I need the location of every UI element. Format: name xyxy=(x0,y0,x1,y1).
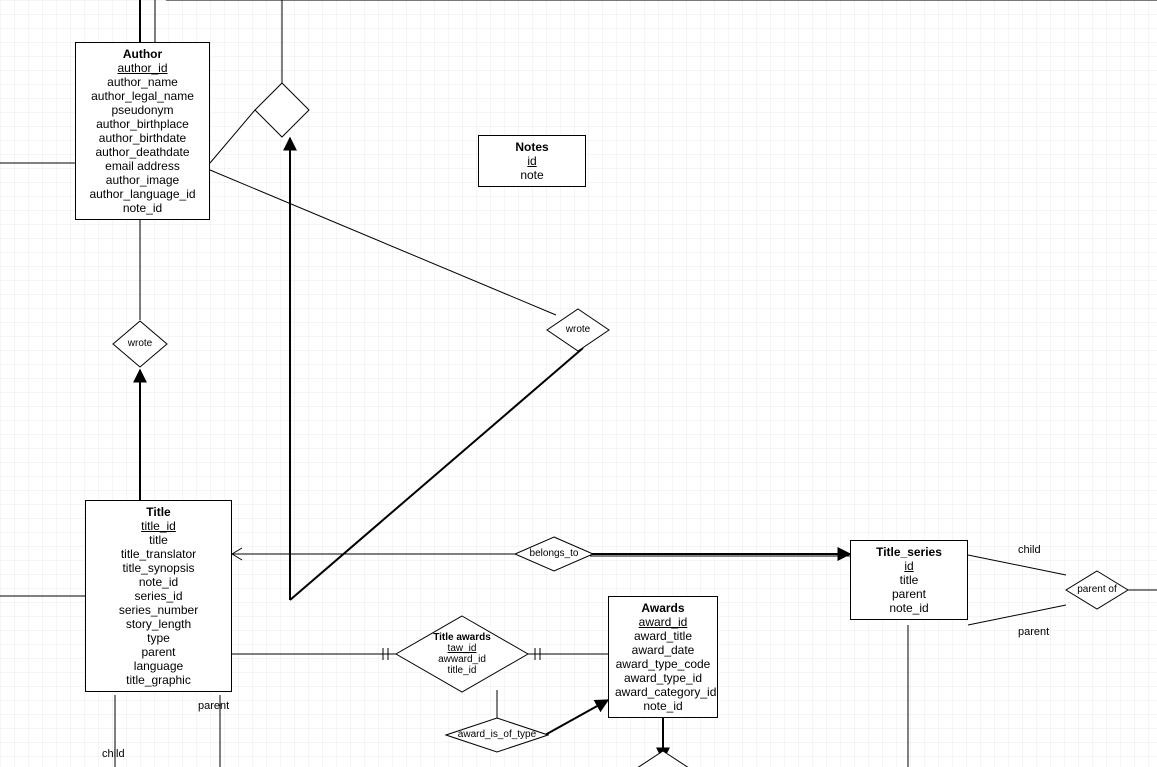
relation-belongs-to[interactable]: belongs_to xyxy=(514,536,594,572)
entity-awards-key: award_id xyxy=(615,615,711,629)
edge-label-ts-child: child xyxy=(1018,544,1041,556)
entity-author-title: Author xyxy=(82,47,203,61)
entity-notes-key: id xyxy=(485,154,579,168)
entity-title-series-title: Title_series xyxy=(857,545,961,559)
relation-award-is-of-type-label: award_is_of_type xyxy=(445,729,549,740)
edge-label-title-child: child xyxy=(102,748,125,760)
entity-awards-title: Awards xyxy=(615,601,711,615)
entity-notes-title: Notes xyxy=(485,140,579,154)
relation-unlabeled[interactable] xyxy=(254,82,310,138)
relation-parent-of[interactable]: parent of xyxy=(1065,570,1129,610)
entity-title-title: Title xyxy=(92,505,225,519)
entity-author-key: author_id xyxy=(82,61,203,75)
relation-belongs-to-label: belongs_to xyxy=(514,548,594,559)
relation-wrote-right-label: wrote xyxy=(546,324,610,335)
entity-awards[interactable]: Awards award_id award_title award_date a… xyxy=(608,596,718,718)
relation-wrote-left[interactable]: wrote xyxy=(112,320,168,368)
entity-title-series-key: id xyxy=(857,559,961,573)
edge-label-title-parent: parent xyxy=(198,700,229,712)
entity-author[interactable]: Author author_id author_name author_lega… xyxy=(75,42,210,220)
relation-title-awards-key: taw_id xyxy=(395,643,529,654)
relation-wrote-right[interactable]: wrote xyxy=(546,308,610,352)
relation-award-is-of-type[interactable]: award_is_of_type xyxy=(445,717,549,753)
entity-title-series[interactable]: Title_series id title parent note_id xyxy=(850,540,968,620)
entity-title-key: title_id xyxy=(92,519,225,533)
relation-title-awards[interactable]: Title awards taw_id awward_id title_id xyxy=(395,615,529,693)
relation-title-awards-title: Title awards xyxy=(395,632,529,643)
relation-parent-of-label: parent of xyxy=(1065,584,1129,595)
entity-notes[interactable]: Notes id note xyxy=(478,135,586,187)
edge-label-ts-parent: parent xyxy=(1018,626,1049,638)
relation-partial-bottom xyxy=(633,750,693,767)
relation-wrote-left-label: wrote xyxy=(112,338,168,349)
entity-title[interactable]: Title title_id title title_translator ti… xyxy=(85,500,232,692)
